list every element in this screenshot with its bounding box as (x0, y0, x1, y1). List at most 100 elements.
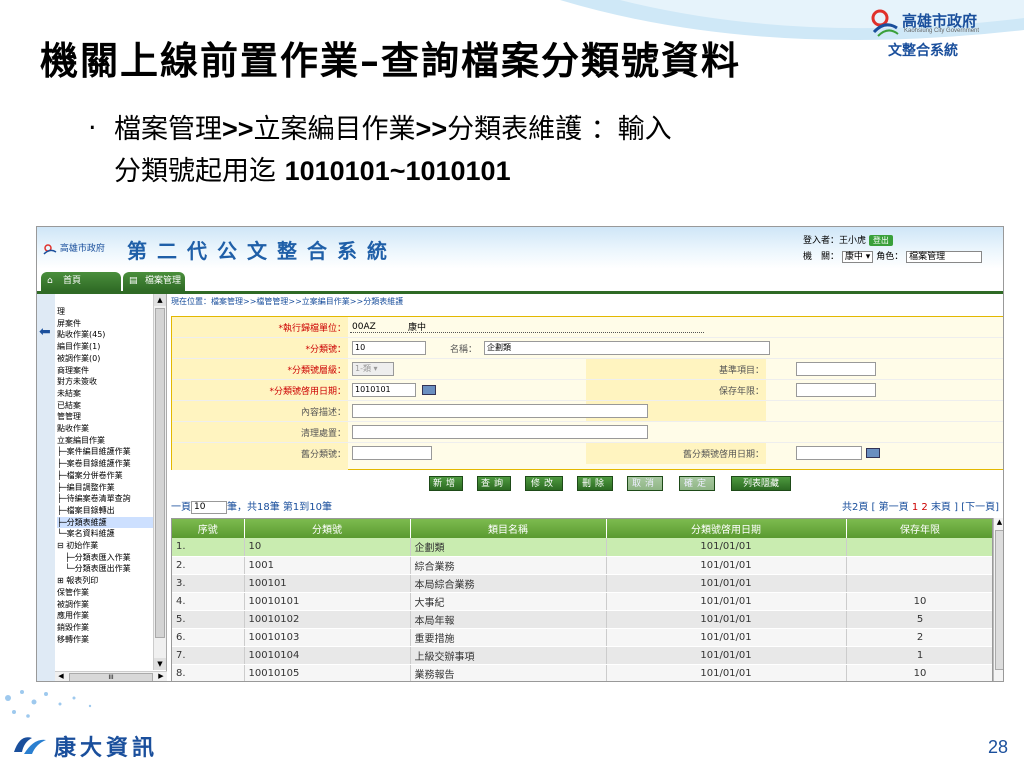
desc-input[interactable] (352, 404, 648, 418)
nav-tree-item[interactable]: ├─分類表維護 (57, 516, 155, 529)
table-row[interactable]: 4. 10010101 大事紀 101/01/01 10 (172, 592, 992, 611)
table-row[interactable]: 1. 10 企劃類 101/01/01 (172, 538, 992, 557)
table-row[interactable]: 6. 10010103 重要措施 101/01/01 2 (172, 628, 992, 647)
delete-button[interactable]: 刪除 (577, 476, 613, 491)
nav-tree-item[interactable]: 屏案件 (57, 318, 155, 330)
scroll-right-icon[interactable]: ▶ (155, 672, 167, 681)
nav-vertical-scrollbar[interactable]: ▲ ▼ (153, 294, 166, 670)
nav-tree-item[interactable]: ├─案件編目維護作業 (57, 446, 155, 458)
nav-tree-item[interactable]: 點收作業 (57, 423, 155, 435)
bullet-part: 立案編目作業 (253, 114, 416, 145)
name-input[interactable]: 企劃類 (484, 341, 770, 355)
nav-tree-item[interactable]: ⊟ 初始作業 (57, 540, 155, 552)
table-scroll-thumb[interactable] (995, 530, 1003, 670)
nav-tree-item[interactable]: 理 (57, 306, 155, 318)
level-value: 1-類 (355, 364, 371, 373)
table-cell: 業務報告 (410, 664, 607, 681)
nav-tree-item[interactable]: 商理案件 (57, 365, 155, 377)
role-select[interactable]: 檔案管理 (906, 251, 983, 263)
table-cell: 5 (846, 610, 992, 629)
nav-tree-item[interactable]: └─分類表匯出作業 (57, 563, 155, 575)
first-page-link[interactable]: [ 第一頁 (872, 502, 909, 513)
column-header[interactable]: 保存年限 (846, 519, 992, 538)
hide-list-button[interactable]: 列表隱藏 (731, 476, 791, 491)
nav-tree-item[interactable]: 立案編目作業 (57, 435, 155, 447)
page-1-link[interactable]: 1 (912, 502, 918, 513)
table-cell: 5. (172, 610, 245, 629)
table-cell: 本局綜合業務 (410, 574, 607, 593)
calendar-icon[interactable] (866, 448, 880, 458)
column-header[interactable]: 分類號 (244, 519, 411, 538)
nav-tree-item[interactable]: ├─分類表匯入作業 (57, 552, 155, 564)
collapse-arrow-icon[interactable]: ⬅ (39, 324, 51, 340)
form-row-level: *分類號層級： 1-類 ▾ 基準項目： (172, 359, 1003, 380)
nav-tree-item[interactable]: ⊞ 報表列印 (57, 575, 155, 587)
column-header[interactable]: 類目名稱 (410, 519, 607, 538)
collapse-bar[interactable]: ⬅ (37, 294, 55, 681)
table-row[interactable]: 7. 10010104 上級交辦事項 101/01/01 1 (172, 646, 992, 665)
nav-tree-item[interactable]: 應用作業 (57, 610, 155, 622)
nav-tree-item[interactable]: 未結案 (57, 388, 155, 400)
agency-select[interactable]: 康中 ▾ (841, 251, 874, 263)
calendar-icon[interactable] (422, 385, 436, 395)
tab-home[interactable]: ⌂ 首頁 (41, 272, 121, 291)
scroll-thumb[interactable] (155, 308, 165, 638)
base-item-input[interactable] (796, 362, 876, 376)
nav-tree-item[interactable]: 點收作業(45) (57, 329, 155, 341)
table-cell: 10010103 (244, 628, 411, 647)
nav-tree-item[interactable]: 保管作業 (57, 587, 155, 599)
last-page-link[interactable]: 末頁 ] [下一頁] (931, 502, 999, 513)
table-cell: 101/01/01 (606, 574, 847, 593)
prev-page-link[interactable]: 一頁 (171, 502, 191, 513)
nav-tree-item[interactable]: 被調作業 (57, 599, 155, 611)
add-button[interactable]: 新增 (429, 476, 463, 491)
nav-tree-item[interactable]: 銷毀作業 (57, 622, 155, 634)
nav-tree-item[interactable]: ├─待編案卷清單查詢 (57, 493, 155, 505)
home-icon: ⌂ (47, 276, 53, 286)
nav-tree-item[interactable]: ├─編目調整作業 (57, 482, 155, 494)
table-row[interactable]: 2. 1001 綜合業務 101/01/01 (172, 556, 992, 575)
start-date-label-text: *分類號啓用日期： (269, 387, 346, 397)
scroll-up-icon[interactable]: ▲ (994, 518, 1003, 529)
scroll-down-icon[interactable]: ▼ (154, 658, 166, 670)
class-no-input[interactable]: 10 (352, 341, 426, 355)
old-class-input[interactable] (352, 446, 432, 460)
nav-tree-item[interactable]: └─案名資料維護 (57, 528, 155, 540)
table-row[interactable]: 8. 10010105 業務報告 101/01/01 10 (172, 664, 992, 681)
start-date-input[interactable]: 1010101 (352, 383, 416, 397)
edit-button[interactable]: 修改 (525, 476, 563, 491)
nav-tree-item[interactable]: 對方未簽收 (57, 376, 155, 388)
nav-tree-item[interactable]: 管管理 (57, 411, 155, 423)
bullet-part: 檔案管理 (114, 114, 222, 145)
query-button[interactable]: 查詢 (477, 476, 511, 491)
retention-input[interactable] (796, 383, 876, 397)
old-start-input[interactable] (796, 446, 862, 460)
form-row-desc: 內容描述： (172, 401, 1003, 422)
nav-tree-item[interactable]: 編目作業(1) (57, 341, 155, 353)
table-row[interactable]: 3. 100101 本局綜合業務 101/01/01 (172, 574, 992, 593)
logout-button[interactable]: 登出 (868, 235, 893, 246)
clear-input[interactable] (352, 425, 648, 439)
nav-tree-item[interactable]: ├─案卷目錄維護作業 (57, 458, 155, 470)
table-cell: 1 (846, 646, 992, 665)
nav-tree-item[interactable]: 已結案 (57, 400, 155, 412)
scroll-up-icon[interactable]: ▲ (154, 294, 166, 306)
nav-tree-item[interactable]: 移轉作業 (57, 634, 155, 646)
nav-tree-item[interactable]: ├─檔案分併卷作業 (57, 470, 155, 482)
page-size-input[interactable]: 10 (191, 500, 227, 514)
form-row-clear: 清理處置： (172, 422, 1003, 443)
class-no-label: *分類號： (172, 342, 346, 355)
nav-tree-item[interactable]: ├─檔案目錄轉出 (57, 505, 155, 517)
form-row-old: 舊分類號： 舊分類號啓用日期： (172, 443, 1003, 464)
page-2-link[interactable]: 2 (921, 502, 927, 513)
table-row[interactable]: 5. 10010102 本局年報 101/01/01 5 (172, 610, 992, 629)
nav-tree-item[interactable]: 被調作業(0) (57, 353, 155, 365)
bullet-range: 1010101~1010101 (284, 156, 511, 186)
table-scrollbar[interactable]: ▲ (993, 518, 1003, 681)
column-header[interactable]: 序號 (172, 519, 245, 538)
table-cell: 101/01/01 (606, 628, 847, 647)
column-header[interactable]: 分類號啓用日期 (606, 519, 847, 538)
app-title: 第二代公文整合系統 (127, 239, 397, 263)
left-nav-panel: ⬅ 理屏案件 點收作業(45) 編目作業(1) 被調作業(0) 商理案件 對方未簽收 未結案… (37, 294, 167, 681)
tab-archive[interactable]: ▤ 檔案管理 (123, 272, 185, 291)
